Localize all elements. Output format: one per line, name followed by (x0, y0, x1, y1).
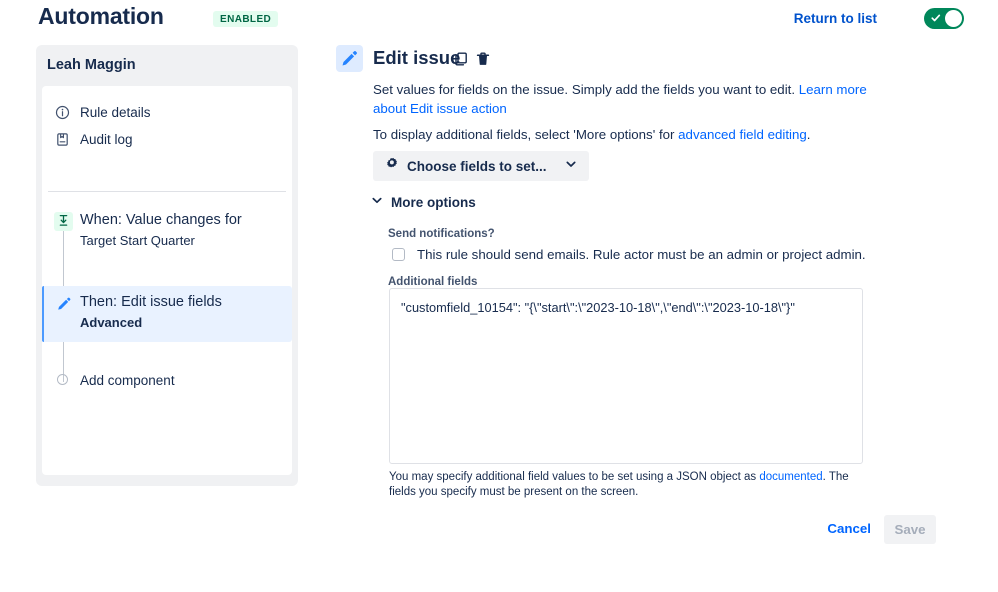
choose-fields-button[interactable]: Choose fields to set... (373, 151, 589, 181)
sidebar-item-label: Rule details (80, 105, 151, 120)
add-component-label: Add component (80, 373, 175, 388)
gear-icon (384, 156, 399, 176)
add-circle-icon (57, 374, 68, 385)
form-footer: Cancel Save (336, 515, 966, 545)
additional-fields-label: Additional fields (388, 276, 478, 288)
pencil-icon (336, 45, 363, 72)
help-text-prefix: You may specify additional field values … (389, 471, 760, 483)
action-description-text: Set values for fields on the issue. Simp… (373, 82, 799, 97)
sidebar-rule-name: Leah Maggin (47, 57, 136, 73)
send-notifications-label: Send notifications? (388, 228, 495, 240)
chevron-down-icon (565, 157, 577, 175)
step-title: Then: Edit issue fields (80, 294, 222, 310)
check-icon (931, 14, 941, 22)
toggle-knob (945, 10, 962, 27)
save-button[interactable]: Save (884, 515, 936, 544)
advanced-field-editing-link[interactable]: advanced field editing (678, 127, 807, 142)
audit-log-icon (55, 132, 70, 147)
step-title: When: Value changes for (80, 212, 242, 228)
sidebar-add-component[interactable]: Add component (42, 371, 292, 393)
more-options-label: More options (391, 194, 476, 210)
page-title: Automation (38, 3, 164, 29)
send-notifications-row: This rule should send emails. Rule actor… (392, 247, 866, 262)
sidebar-content: Rule details Audit log When: Value chang… (42, 86, 292, 475)
pencil-icon (54, 295, 73, 314)
more-options-hint-suffix: . (806, 127, 811, 142)
step-subtitle: Target Start Quarter (80, 233, 195, 248)
cancel-button[interactable]: Cancel (827, 521, 871, 536)
choose-fields-label: Choose fields to set... (407, 158, 547, 174)
step-subtitle: Advanced (80, 315, 143, 330)
trash-icon[interactable] (475, 51, 491, 67)
send-emails-checkbox-label: This rule should send emails. Rule actor… (417, 247, 866, 262)
action-header: Edit issue (336, 45, 966, 77)
info-icon (55, 105, 70, 120)
sidebar-item-rule-details[interactable]: Rule details (42, 100, 292, 127)
sidebar-item-audit-log[interactable]: Audit log (42, 127, 292, 154)
additional-fields-textarea[interactable] (389, 288, 863, 464)
action-description-secondary: To display additional fields, select 'Mo… (373, 126, 933, 145)
documented-link[interactable]: documented (759, 471, 822, 483)
return-to-list-link[interactable]: Return to list (794, 11, 877, 26)
sidebar-item-label: Audit log (80, 132, 133, 147)
status-badge: ENABLED (213, 11, 279, 27)
action-detail-panel: Edit issue Set values for fields on the … (336, 45, 966, 498)
action-title: Edit issue (373, 47, 461, 68)
sidebar-step-when[interactable]: When: Value changes for Target Start Qua… (42, 212, 292, 256)
sidebar-divider (48, 191, 286, 192)
trigger-import-icon (54, 212, 73, 231)
action-description: Set values for fields on the issue. Simp… (373, 81, 901, 118)
chevron-down-icon (371, 193, 383, 211)
more-options-toggle[interactable]: More options (371, 193, 476, 211)
copy-icon[interactable] (453, 51, 469, 67)
sidebar-step-then-edit-issue-fields[interactable]: Then: Edit issue fields Advanced (42, 286, 292, 342)
page-header: Automation ENABLED Return to list (0, 0, 998, 42)
rule-sidebar: Leah Maggin Rule details Audit log When:… (36, 45, 298, 486)
send-emails-checkbox[interactable] (392, 248, 405, 261)
more-options-hint-prefix: To display additional fields, select 'Mo… (373, 127, 679, 142)
rule-enabled-toggle[interactable] (924, 8, 964, 29)
additional-fields-help-text: You may specify additional field values … (389, 470, 869, 500)
